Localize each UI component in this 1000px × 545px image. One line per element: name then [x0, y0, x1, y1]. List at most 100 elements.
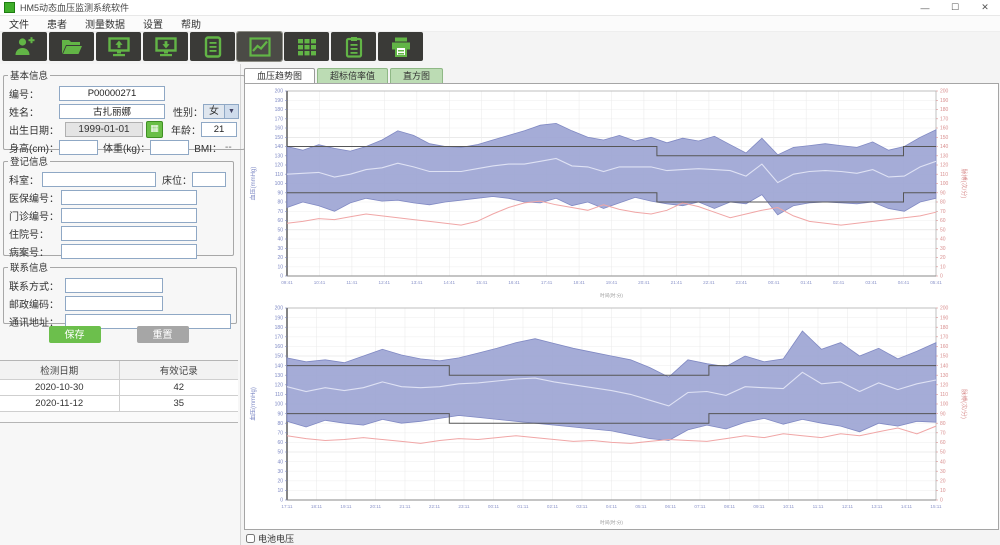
outpatient-no-input[interactable]	[61, 208, 197, 223]
svg-text:23:11: 23:11	[458, 504, 470, 509]
svg-text:12:11: 12:11	[842, 504, 854, 509]
svg-text:70: 70	[277, 209, 283, 215]
bed-input[interactable]	[192, 172, 226, 187]
svg-text:40: 40	[277, 459, 283, 465]
battery-voltage-checkbox[interactable]	[246, 534, 255, 543]
svg-text:200: 200	[940, 89, 949, 95]
gender-select[interactable]: 女 ▼	[203, 104, 239, 119]
download-device-icon	[154, 36, 178, 58]
svg-text:190: 190	[940, 315, 949, 321]
trend-chart-button[interactable]	[237, 32, 282, 61]
basic-info-title: 基本信息	[8, 68, 50, 82]
table-row[interactable]: 2020-10-30 42	[0, 380, 238, 396]
svg-text:90: 90	[940, 411, 946, 417]
department-input[interactable]	[42, 172, 156, 187]
reset-button[interactable]: 重置	[137, 326, 189, 343]
svg-text:04:41: 04:41	[898, 280, 910, 285]
svg-text:50: 50	[277, 228, 283, 234]
upload-device-button[interactable]	[96, 32, 141, 61]
download-device-button[interactable]	[143, 32, 188, 61]
svg-text:70: 70	[940, 209, 946, 215]
open-record-button[interactable]	[49, 32, 94, 61]
contact-info-group: 联系信息 联系方式： 邮政编码： 通讯地址：	[3, 260, 237, 324]
svg-text:80: 80	[940, 421, 946, 427]
case-no-input[interactable]	[61, 244, 197, 259]
svg-text:04:11: 04:11	[606, 504, 618, 509]
svg-text:08:11: 08:11	[724, 504, 736, 509]
svg-text:70: 70	[940, 431, 946, 437]
svg-text:19:11: 19:11	[340, 504, 352, 509]
svg-text:20:11: 20:11	[370, 504, 382, 509]
menu-file[interactable]: 文件	[0, 16, 38, 31]
inpatient-no-label: 住院号：	[9, 226, 61, 241]
calendar-icon[interactable]: ▦	[146, 121, 163, 138]
height-input[interactable]	[59, 140, 98, 155]
abpm-application-window: { "window": { "title": "HM5动态血压监测系统软件" }…	[0, 0, 1000, 545]
age-input[interactable]	[201, 122, 237, 137]
svg-text:01:41: 01:41	[800, 280, 812, 285]
svg-text:190: 190	[940, 98, 949, 104]
tab-exceed-ratio[interactable]: 超标倍率值	[317, 68, 388, 83]
svg-text:190: 190	[275, 315, 284, 321]
menu-measurement-data[interactable]: 测量数据	[76, 16, 134, 31]
gender-value: 女	[204, 105, 224, 118]
upload-device-icon	[107, 36, 131, 58]
svg-text:30: 30	[940, 246, 946, 252]
record-count: 42	[120, 380, 239, 395]
patient-id-input[interactable]	[59, 86, 165, 101]
print-button[interactable]	[378, 32, 423, 61]
data-grid-button[interactable]	[284, 32, 329, 61]
menu-help[interactable]: 帮助	[172, 16, 210, 31]
report-list-button[interactable]	[190, 32, 235, 61]
svg-text:170: 170	[940, 117, 949, 123]
contact-info-title: 联系信息	[8, 260, 50, 274]
svg-text:130: 130	[275, 154, 284, 160]
menu-patient[interactable]: 患者	[38, 16, 76, 31]
minimize-icon[interactable]: —	[910, 0, 940, 15]
menu-settings[interactable]: 设置	[134, 16, 172, 31]
table-empty-area	[0, 412, 238, 422]
weight-input[interactable]	[150, 140, 189, 155]
bp-trend-chart-2020-11-12: 17:1118:1119:1120:1121:1122:1123:1100:11…	[245, 301, 996, 530]
table-row[interactable]: 2020-11-12 35	[0, 396, 238, 412]
svg-text:19:41: 19:41	[606, 280, 618, 285]
close-icon[interactable]: ✕	[970, 0, 1000, 15]
phone-input[interactable]	[65, 278, 163, 293]
svg-text:40: 40	[940, 459, 946, 465]
chevron-down-icon[interactable]: ▼	[224, 105, 238, 118]
tab-histogram[interactable]: 直方图	[390, 68, 443, 83]
report-list-icon	[201, 36, 225, 58]
add-patient-button[interactable]	[2, 32, 47, 61]
form-actions: 保存 重置	[0, 326, 237, 343]
svg-text:150: 150	[275, 354, 284, 360]
zip-code-input[interactable]	[65, 296, 163, 311]
insurance-no-input[interactable]	[61, 190, 197, 205]
print-icon	[389, 36, 413, 58]
svg-text:16:41: 16:41	[508, 280, 520, 285]
svg-text:22:11: 22:11	[429, 504, 441, 509]
svg-text:02:41: 02:41	[833, 280, 845, 285]
patient-name-input[interactable]	[59, 104, 165, 119]
svg-text:22:41: 22:41	[703, 280, 715, 285]
svg-text:130: 130	[940, 154, 949, 160]
age-label: 年龄：	[171, 122, 201, 137]
record-date: 2020-10-30	[0, 380, 120, 395]
svg-text:190: 190	[275, 98, 284, 104]
open-record-icon	[60, 36, 84, 58]
svg-text:170: 170	[275, 117, 284, 123]
svg-text:140: 140	[275, 363, 284, 369]
svg-text:170: 170	[275, 335, 284, 341]
save-button[interactable]: 保存	[49, 326, 101, 343]
birth-date-label: 出生日期：	[9, 122, 65, 137]
svg-text:110: 110	[940, 172, 948, 178]
bed-label: 床位：	[162, 172, 192, 187]
bp-trend-panel: 09:4110:4111:4112:4113:4114:4115:4116:41…	[244, 83, 999, 530]
svg-text:09:11: 09:11	[753, 504, 765, 509]
tab-bp-trend-chart[interactable]: 血压趋势图	[244, 68, 315, 83]
svg-text:23:41: 23:41	[736, 280, 748, 285]
birth-date-field[interactable]: 1999-01-01	[65, 122, 143, 137]
svg-text:20:41: 20:41	[638, 280, 650, 285]
maximize-icon[interactable]: ☐	[940, 0, 970, 15]
summary-clipboard-button[interactable]	[331, 32, 376, 61]
inpatient-no-input[interactable]	[61, 226, 197, 241]
